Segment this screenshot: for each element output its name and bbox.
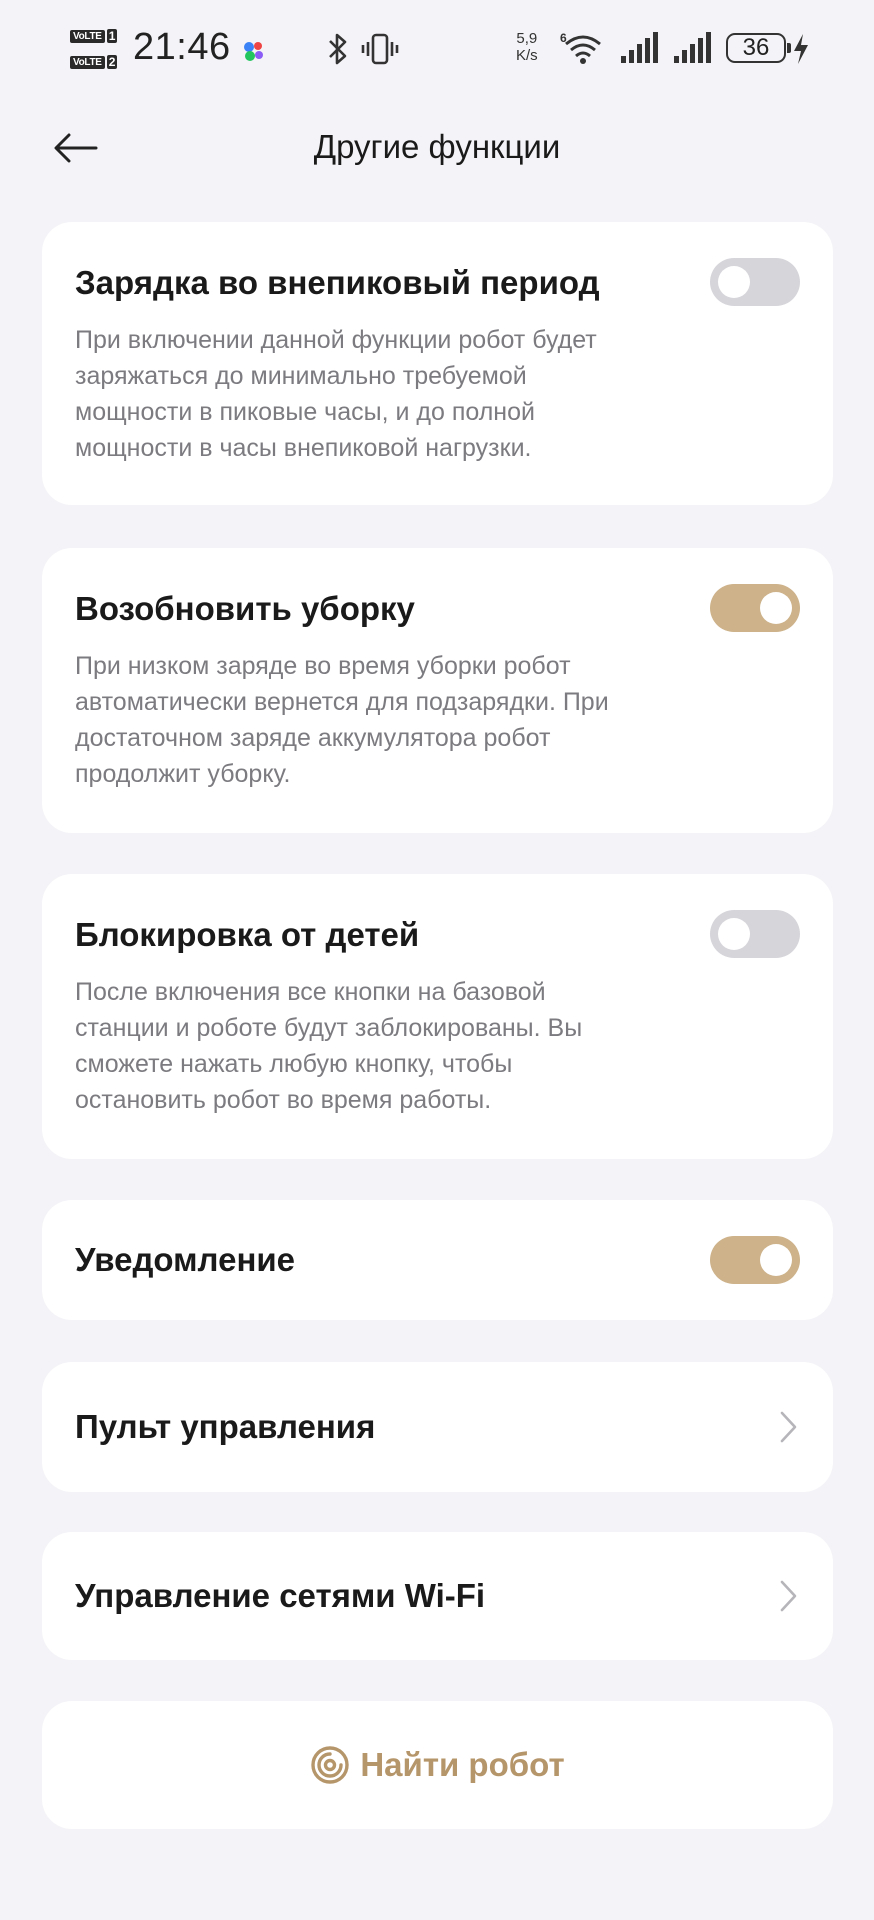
volte-indicators: VoLTE 1 VoLTE 2 (70, 25, 122, 77)
volte-sim1: VoLTE 1 (70, 25, 122, 47)
charging-bolt-icon (794, 34, 808, 64)
setting-card-resume-cleaning: Возобновить уборку При низком заряде во … (42, 548, 833, 833)
notification-toggle[interactable] (710, 1236, 800, 1284)
speed-unit: K/s (516, 47, 538, 64)
sim-number: 2 (106, 55, 118, 69)
setting-title: Зарядка во внепиковый период (75, 264, 600, 301)
setting-description: При низком заряде во время уборки робот … (75, 652, 609, 788)
page-title: Другие функции (313, 128, 561, 165)
bluetooth-icon (329, 33, 347, 65)
volte-label: VoLTE (70, 55, 105, 69)
link-card-wifi-management[interactable]: Управление сетями Wi-Fi (42, 1532, 833, 1660)
setting-card-offpeak-charging: Зарядка во внепиковый период При включен… (42, 222, 833, 505)
link-label: Пульт управления (75, 1408, 376, 1445)
app-notification-icon (244, 42, 263, 61)
wifi-icon: 6 (560, 31, 601, 64)
setting-title: Блокировка от детей (75, 916, 420, 953)
setting-card-child-lock: Блокировка от детей После включения все … (42, 874, 833, 1159)
toggle-knob (718, 266, 750, 298)
child-lock-toggle[interactable] (710, 910, 800, 958)
target-icon (311, 1746, 350, 1784)
battery-indicator: 36 (726, 33, 791, 63)
setting-card-notification: Уведомление (42, 1200, 833, 1320)
vibrate-icon (361, 33, 399, 65)
speed-value: 5,9 (516, 30, 538, 47)
toggle-knob (718, 918, 750, 950)
signal-icon (621, 32, 658, 63)
network-speed: 5,9 K/s (516, 30, 538, 64)
find-robot-content: Найти робот (42, 1701, 833, 1829)
setting-title: Возобновить уборку (75, 590, 415, 627)
sim-number: 1 (106, 29, 118, 43)
setting-description: После включения все кнопки на базовой ст… (75, 978, 583, 1114)
resume-cleaning-toggle[interactable] (710, 584, 800, 632)
setting-title: Уведомление (75, 1241, 296, 1278)
screen: VoLTE 1 VoLTE 2 21:46 5,9 K/s 6 36 Други… (0, 0, 874, 1920)
clock: 21:46 (133, 26, 231, 68)
find-robot-button[interactable]: Найти робот (42, 1701, 833, 1829)
toggle-knob (760, 1244, 792, 1276)
setting-description: При включении данной функции робот будет… (75, 326, 597, 462)
signal-icon (674, 32, 711, 63)
offpeak-charging-toggle[interactable] (710, 258, 800, 306)
link-label: Управление сетями Wi-Fi (75, 1577, 486, 1614)
volte-sim2: VoLTE 2 (70, 51, 122, 73)
link-card-remote-control[interactable]: Пульт управления (42, 1362, 833, 1492)
chevron-right-icon (780, 1580, 797, 1612)
chevron-right-icon (780, 1411, 797, 1443)
volte-label: VoLTE (70, 29, 105, 43)
toggle-knob (760, 592, 792, 624)
battery-level: 36 (742, 34, 770, 61)
status-bar: VoLTE 1 VoLTE 2 21:46 5,9 K/s 6 36 (0, 0, 874, 100)
find-robot-label: Найти робот (360, 1746, 565, 1783)
